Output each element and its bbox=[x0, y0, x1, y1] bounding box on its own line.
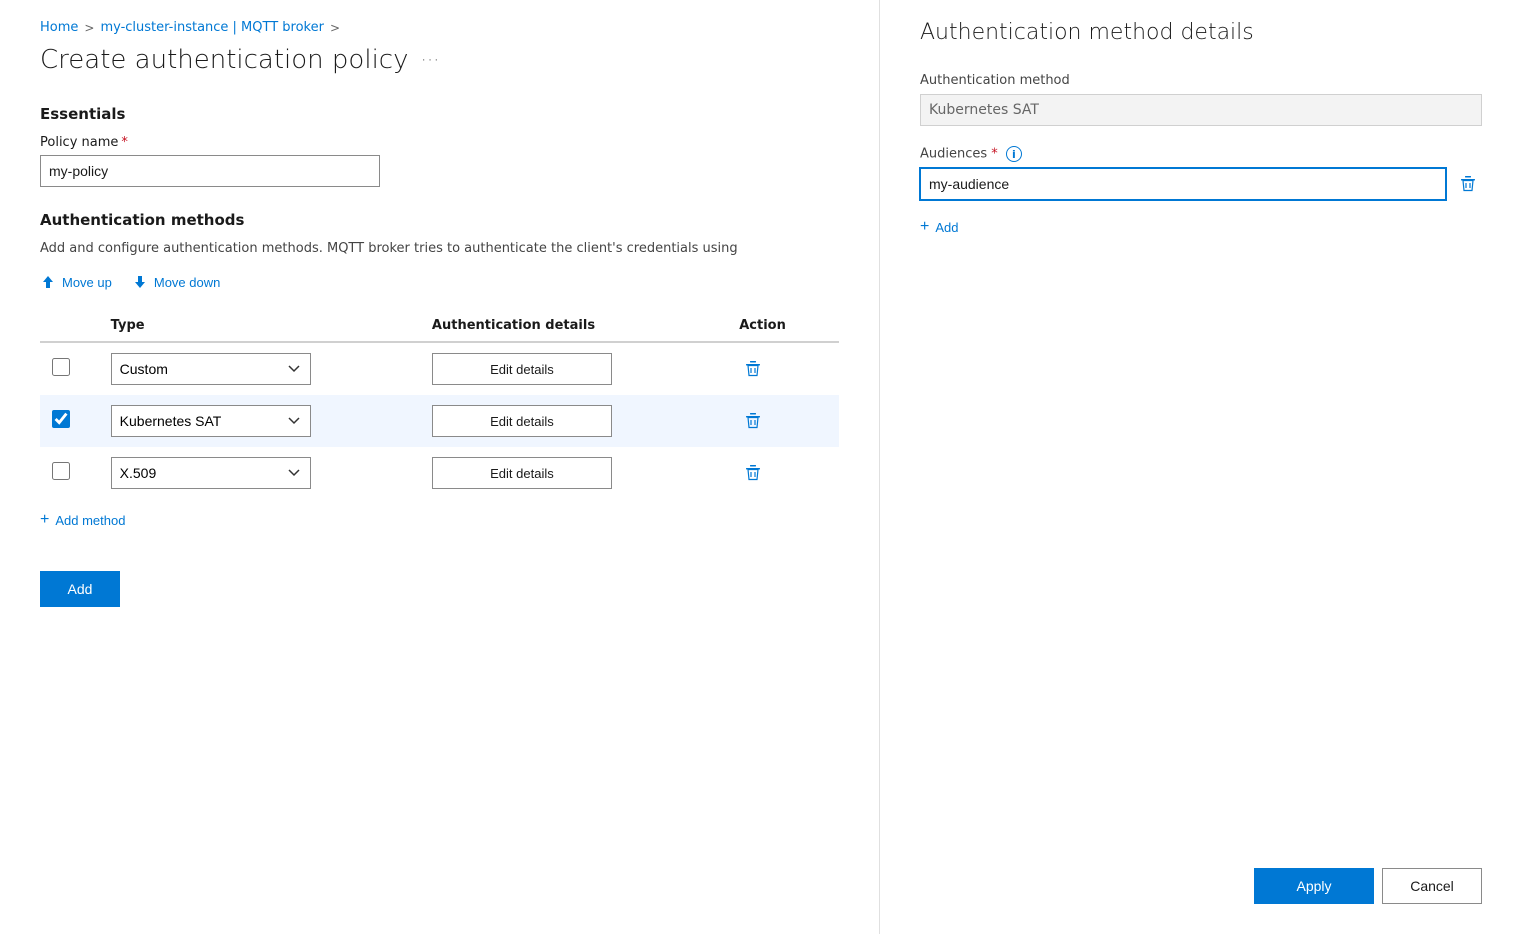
policy-name-label: Policy name* bbox=[40, 135, 839, 150]
page-title: Create authentication policy bbox=[40, 45, 408, 75]
row3-type-select[interactable]: Custom Kubernetes SAT X.509 Username/Pas… bbox=[111, 457, 311, 489]
auth-methods-title: Authentication methods bbox=[40, 211, 839, 229]
left-panel: Home > my-cluster-instance | MQTT broker… bbox=[0, 0, 880, 934]
bottom-actions: Apply Cancel bbox=[1254, 868, 1482, 904]
add-audience-plus-icon: + bbox=[920, 218, 929, 236]
auth-method-value: Kubernetes SAT bbox=[920, 94, 1482, 126]
row1-checkbox-cell bbox=[40, 342, 99, 395]
row3-edit-details-button[interactable]: Edit details bbox=[432, 457, 612, 489]
add-method-plus-icon: + bbox=[40, 511, 49, 529]
row3-auth-cell: Edit details bbox=[420, 447, 727, 499]
auth-method-label: Authentication method bbox=[920, 73, 1482, 88]
row1-type-select[interactable]: Custom Kubernetes SAT X.509 Username/Pas… bbox=[111, 353, 311, 385]
add-audience-button[interactable]: + Add bbox=[920, 210, 1482, 244]
table-row: Custom Kubernetes SAT X.509 Username/Pas… bbox=[40, 447, 839, 499]
row1-delete-icon bbox=[743, 359, 763, 379]
policy-name-input[interactable] bbox=[40, 155, 380, 187]
add-method-button[interactable]: + Add method bbox=[40, 499, 125, 541]
cancel-button[interactable]: Cancel bbox=[1382, 868, 1482, 904]
breadcrumb-cluster[interactable]: my-cluster-instance | MQTT broker bbox=[100, 20, 324, 35]
essentials-title: Essentials bbox=[40, 105, 839, 123]
row2-delete-icon bbox=[743, 411, 763, 431]
audiences-label: Audiences * i bbox=[920, 146, 1482, 162]
breadcrumb-sep2: > bbox=[330, 21, 340, 35]
auth-methods-section: Authentication methods Add and configure… bbox=[40, 211, 839, 541]
col-header-auth-details: Authentication details bbox=[420, 310, 727, 342]
row3-action-cell bbox=[727, 447, 839, 499]
move-down-label: Move down bbox=[154, 275, 220, 290]
audiences-delete-button[interactable] bbox=[1454, 170, 1482, 198]
policy-name-required: * bbox=[121, 135, 128, 150]
add-button[interactable]: Add bbox=[40, 571, 120, 607]
move-down-button[interactable]: Move down bbox=[132, 270, 220, 294]
add-audience-label: Add bbox=[935, 220, 958, 235]
right-panel-title: Authentication method details bbox=[920, 20, 1482, 45]
essentials-section: Essentials Policy name* bbox=[40, 105, 839, 187]
breadcrumb-sep1: > bbox=[84, 21, 94, 35]
add-method-label: Add method bbox=[55, 513, 125, 528]
row1-action-cell bbox=[727, 342, 839, 395]
row1-delete-button[interactable] bbox=[739, 355, 767, 383]
table-row: Custom Kubernetes SAT X.509 Username/Pas… bbox=[40, 395, 839, 447]
row2-checkbox-cell bbox=[40, 395, 99, 447]
move-up-label: Move up bbox=[62, 275, 112, 290]
row2-delete-button[interactable] bbox=[739, 407, 767, 435]
col-header-type: Type bbox=[99, 310, 420, 342]
row2-type-select[interactable]: Custom Kubernetes SAT X.509 Username/Pas… bbox=[111, 405, 311, 437]
row1-auth-cell: Edit details bbox=[420, 342, 727, 395]
row2-auth-cell: Edit details bbox=[420, 395, 727, 447]
apply-button[interactable]: Apply bbox=[1254, 868, 1374, 904]
row3-checkbox-cell bbox=[40, 447, 99, 499]
table-row: Custom Kubernetes SAT X.509 Username/Pas… bbox=[40, 342, 839, 395]
row3-checkbox[interactable] bbox=[52, 462, 70, 480]
auth-methods-table: Type Authentication details Action Custo… bbox=[40, 310, 839, 499]
row2-type-cell: Custom Kubernetes SAT X.509 Username/Pas… bbox=[99, 395, 420, 447]
row1-edit-details-button[interactable]: Edit details bbox=[432, 353, 612, 385]
page-ellipsis-menu[interactable]: ··· bbox=[420, 48, 439, 72]
right-panel: Authentication method details Authentica… bbox=[880, 0, 1522, 934]
auth-methods-desc: Add and configure authentication methods… bbox=[40, 241, 839, 256]
audiences-input-row bbox=[920, 168, 1482, 200]
row1-type-cell: Custom Kubernetes SAT X.509 Username/Pas… bbox=[99, 342, 420, 395]
audiences-required: * bbox=[991, 147, 998, 162]
page-title-container: Create authentication policy ··· bbox=[40, 45, 839, 75]
row3-delete-icon bbox=[743, 463, 763, 483]
row1-checkbox[interactable] bbox=[52, 358, 70, 376]
audiences-delete-icon bbox=[1458, 174, 1478, 194]
audiences-info-icon[interactable]: i bbox=[1006, 146, 1022, 162]
audiences-input[interactable] bbox=[920, 168, 1446, 200]
col-header-action: Action bbox=[727, 310, 839, 342]
row3-type-cell: Custom Kubernetes SAT X.509 Username/Pas… bbox=[99, 447, 420, 499]
move-up-icon bbox=[40, 274, 56, 290]
breadcrumb-home[interactable]: Home bbox=[40, 20, 78, 35]
move-down-icon bbox=[132, 274, 148, 290]
row2-action-cell bbox=[727, 395, 839, 447]
row2-edit-details-button[interactable]: Edit details bbox=[432, 405, 612, 437]
move-controls: Move up Move down bbox=[40, 270, 839, 294]
row2-checkbox[interactable] bbox=[52, 410, 70, 428]
move-up-button[interactable]: Move up bbox=[40, 270, 112, 294]
col-header-checkbox bbox=[40, 310, 99, 342]
breadcrumb: Home > my-cluster-instance | MQTT broker… bbox=[40, 20, 839, 35]
row3-delete-button[interactable] bbox=[739, 459, 767, 487]
